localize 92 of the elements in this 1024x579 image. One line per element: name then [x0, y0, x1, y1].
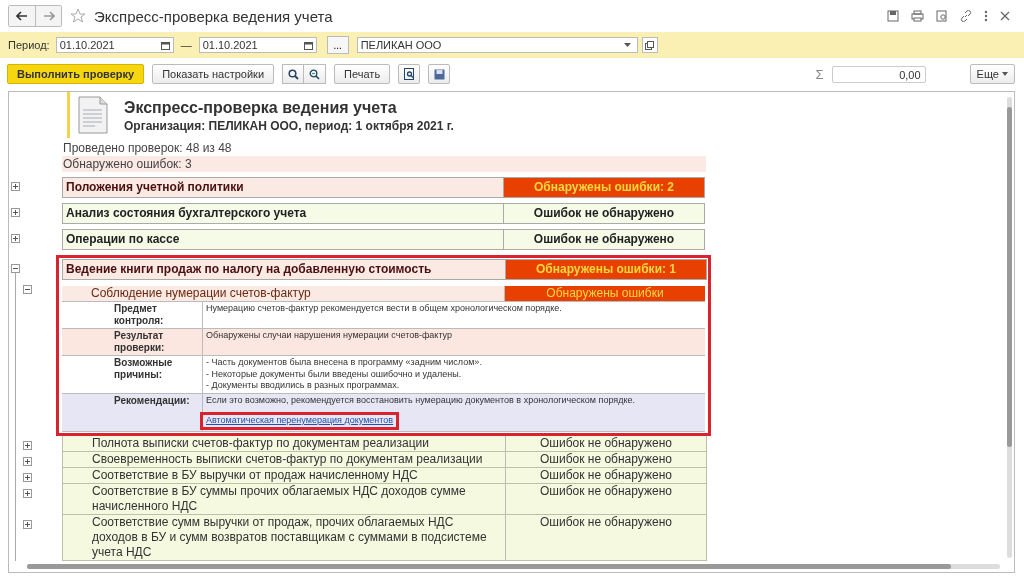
- check-status: Ошибок не обнаружено: [505, 451, 706, 467]
- expand-toggle[interactable]: [11, 208, 20, 217]
- detail-label: Результат проверки:: [62, 329, 203, 355]
- more-icon[interactable]: [984, 10, 988, 22]
- check-status: Ошибок не обнаружено: [505, 483, 706, 514]
- detail-text: Обнаружены случаи нарушения нумерации счетов-фактур: [206, 330, 453, 342]
- detail-text: - Некоторые документы были введены ошибочно и удалены.: [206, 368, 463, 380]
- section-row[interactable]: Положения учетной политики Обнаружены ошибки: 2: [62, 177, 705, 198]
- check-title: Полнота выписки счетов-фактур по документам реализации: [91, 435, 430, 451]
- check-status: Обнаружены ошибки: [504, 286, 705, 301]
- star-icon[interactable]: [70, 8, 86, 24]
- open-button[interactable]: [641, 37, 658, 53]
- detail-text: - Документы вводились в разных программах.: [206, 380, 401, 392]
- sum-field[interactable]: 0,00: [831, 65, 926, 83]
- more-button[interactable]: Еще: [969, 64, 1015, 84]
- calendar-icon[interactable]: [303, 40, 313, 50]
- calendar-icon[interactable]: [160, 40, 170, 50]
- document-icon: [78, 96, 108, 134]
- save-icon[interactable]: [887, 10, 899, 22]
- expand-toggle[interactable]: [23, 472, 32, 482]
- search-refresh-button[interactable]: [304, 64, 327, 84]
- preview-icon: [403, 68, 415, 80]
- sum-sign: Σ: [815, 66, 824, 82]
- detail-text: Нумерацию счетов-фактур рекомендуется вести в общем хронологическом порядке.: [206, 303, 563, 315]
- report-subtitle: Организация: ПЕЛИКАН ООО, период: 1 октября 2021 г.: [124, 119, 454, 133]
- link-icon[interactable]: [960, 10, 972, 22]
- print-icon[interactable]: [911, 10, 924, 22]
- renumber-link[interactable]: Автоматическая перенумерация документов: [206, 415, 394, 425]
- open-icon: [645, 40, 655, 50]
- window-title: Экспресс-проверка ведения учета: [94, 7, 333, 25]
- expand-toggle[interactable]: [23, 456, 32, 466]
- expand-toggle[interactable]: [23, 519, 32, 529]
- detail-text: - Часть документов была внесена в программу «задним числом».: [206, 357, 483, 369]
- section-status: Ошибок не обнаружено: [503, 204, 704, 223]
- organization-field[interactable]: ПЕЛИКАН ООО: [356, 37, 638, 53]
- vertical-scrollbar[interactable]: [1007, 97, 1012, 558]
- save-icon: [433, 68, 445, 80]
- expand-toggle[interactable]: [11, 234, 20, 243]
- expand-toggle[interactable]: [11, 182, 20, 191]
- period-select-button[interactable]: ...: [326, 36, 349, 54]
- check-row[interactable]: Соответствие сумм выручки от продаж, прочих облагаемых НДС доходов в БУ и сумм возвратов поставщикам с суммами в подсистеме учета НДС Ошибок не обнаружено: [62, 514, 707, 561]
- section-title: Анализ состояния бухгалтерского учета: [65, 205, 308, 222]
- date-field[interactable]: 01.10.2021: [198, 37, 317, 53]
- search-icon: [287, 68, 299, 80]
- horizontal-scrollbar[interactable]: [27, 564, 1000, 569]
- check-title: Соответствие в БУ суммы прочих облагаемых НДС доходов сумме начисленного НДС: [91, 483, 467, 514]
- dropdown-icon[interactable]: [623, 43, 631, 47]
- search-icon: [309, 68, 321, 80]
- check-row[interactable]: Соблюдение нумерации счетов-фактур Обнаружены ошибки: [62, 286, 705, 302]
- run-check-button[interactable]: Выполнить проверку: [7, 64, 145, 84]
- section-row[interactable]: Операции по кассе Ошибок не обнаружено: [62, 229, 705, 250]
- check-status: Ошибок не обнаружено: [505, 514, 706, 560]
- close-icon[interactable]: [1000, 11, 1010, 21]
- section-status: Ошибок не обнаружено: [503, 230, 704, 249]
- check-title: Соблюдение нумерации счетов-фактур: [90, 286, 312, 301]
- detail-label: Возможные причины:: [62, 356, 203, 393]
- check-row[interactable]: Соответствие в БУ суммы прочих облагаемых НДС доходов сумме начисленного НДС Ошибок не обнаружено: [62, 483, 707, 515]
- detail-text: Если это возможно, рекомендуется восстановить нумерацию документов в хронологическом порядке.: [206, 394, 636, 406]
- check-title: Своевременность выписки счетов-фактур по документам реализации: [91, 451, 484, 467]
- section-row[interactable]: Анализ состояния бухгалтерского учета Ошибок не обнаружено: [62, 203, 705, 224]
- expand-toggle[interactable]: [23, 488, 32, 498]
- report-title: Экспресс-проверка ведения учета: [124, 99, 398, 117]
- section-status: Обнаружены ошибки: 1: [505, 260, 706, 279]
- date-separator: —: [180, 39, 192, 51]
- back-button[interactable]: [9, 6, 35, 26]
- expand-toggle[interactable]: [23, 285, 32, 294]
- preview-icon[interactable]: [936, 10, 948, 22]
- show-settings-button[interactable]: Показать настройки: [152, 64, 275, 84]
- search-button[interactable]: [282, 64, 305, 84]
- expand-toggle[interactable]: [11, 264, 20, 273]
- check-status: Ошибок не обнаружено: [505, 435, 706, 451]
- section-row[interactable]: Ведение книги продаж по налогу на добавленную стоимость Обнаружены ошибки: 1: [62, 259, 707, 280]
- back-arrow-icon: [16, 11, 28, 21]
- save-button[interactable]: [428, 64, 451, 84]
- check-title: Соответствие сумм выручки от продаж, прочих облагаемых НДС доходов в БУ и сумм возвратов поставщикам с суммами в подсистеме учета НДС: [91, 514, 488, 560]
- period-label: Период:: [8, 39, 50, 51]
- section-status: Обнаружены ошибки: 2: [503, 178, 704, 197]
- section-title: Операции по кассе: [65, 231, 181, 248]
- detail-label: Рекомендации:: [62, 393, 203, 431]
- caret-icon: [1002, 72, 1008, 76]
- detail-label: Предмет контроля:: [62, 302, 203, 328]
- forward-arrow-icon: [42, 11, 55, 21]
- section-title: Ведение книги продаж по налогу на добавленную стоимость: [65, 261, 433, 278]
- section-title: Положения учетной политики: [65, 179, 245, 196]
- check-status: Ошибок не обнаружено: [505, 467, 706, 483]
- print-preview-button[interactable]: [398, 64, 421, 84]
- errors-summary: Обнаружено ошибок: 3: [62, 156, 706, 172]
- check-title: Соответствие в БУ выручки от продаж начисленному НДС: [91, 467, 419, 483]
- expand-toggle[interactable]: [23, 440, 32, 450]
- checks-count: Проведено проверок: 48 из 48: [63, 141, 232, 155]
- date-field[interactable]: 01.10.2021: [55, 37, 174, 53]
- print-button[interactable]: Печать: [334, 64, 391, 84]
